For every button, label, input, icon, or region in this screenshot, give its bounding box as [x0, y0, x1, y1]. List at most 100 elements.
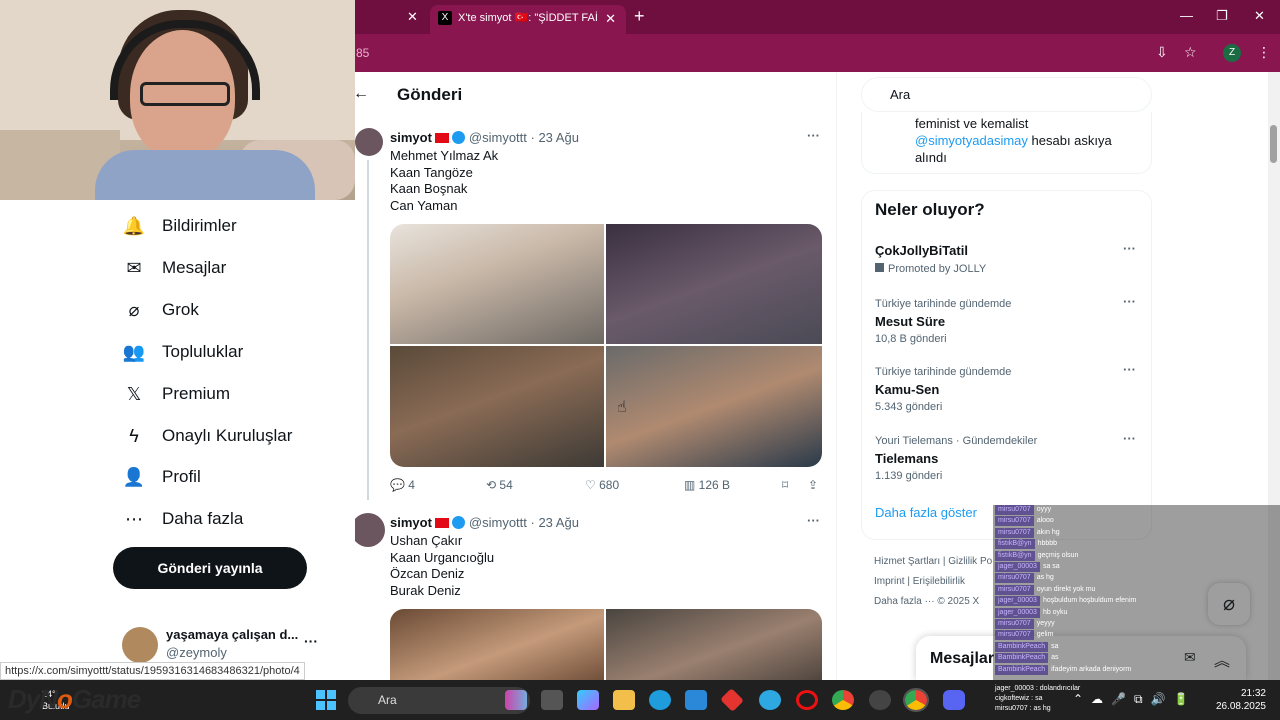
footer-link[interactable]: Erişilebilirlik — [913, 576, 965, 587]
tweet-media-grid — [390, 609, 822, 680]
chat-message: jager_00003 hb oyku — [995, 607, 1067, 618]
tweet[interactable]: simyot @simyottt · 23 Ağu ··· Mehmet Yılm… — [355, 128, 835, 500]
scrollbar-thumb[interactable] — [1270, 125, 1277, 163]
media-photo[interactable] — [390, 609, 604, 680]
widgets-icon[interactable] — [505, 690, 527, 710]
browser-tab[interactable]: ✕ — [355, 0, 425, 34]
sidebar-item-label: Premium — [162, 384, 231, 403]
windows-start-icon[interactable] — [316, 690, 336, 710]
tweet-more-icon[interactable]: ··· — [807, 513, 820, 528]
install-app-icon[interactable]: ⇩ — [1156, 44, 1168, 61]
footer-link[interactable]: Hizmet Şartları — [874, 556, 940, 567]
profile-avatar[interactable]: Z — [1223, 44, 1241, 62]
taskbar-search[interactable]: Ara — [348, 687, 530, 714]
maximize-button[interactable]: ❐ — [1216, 8, 1228, 24]
tweet-author-name[interactable]: simyot — [390, 130, 432, 145]
trend-more-icon[interactable]: ··· — [1123, 241, 1136, 256]
tweet-author-name[interactable]: simyot — [390, 515, 432, 530]
tweet[interactable]: simyot @simyottt · 23 Ağu ··· Ushan Çakır… — [355, 513, 835, 680]
media-photo[interactable] — [606, 609, 822, 680]
sidebar-item-label: Profil — [162, 467, 201, 486]
tab-close-icon[interactable]: ✕ — [407, 9, 418, 25]
sidebar-item-label: Topluluklar — [162, 342, 244, 361]
sidebar-item-label: Mesajlar — [162, 258, 227, 277]
store-icon[interactable] — [685, 690, 707, 710]
trend-item[interactable]: Youri Tielemans · Gündemdekiler Tieleman… — [875, 431, 1136, 482]
search-input[interactable]: Ara — [861, 77, 1152, 112]
trend-item[interactable]: Türkiye tarihinde gündemde Mesut Süre 10… — [875, 294, 1136, 345]
reply-button[interactable]: 💬 4 — [390, 478, 415, 492]
close-window-button[interactable]: ✕ — [1254, 8, 1265, 24]
back-arrow-icon[interactable]: ← — [353, 85, 369, 103]
trend-more-icon[interactable]: ··· — [1123, 362, 1136, 377]
file-explorer-icon[interactable] — [613, 690, 635, 710]
opera-icon[interactable] — [796, 690, 818, 710]
tweet-date[interactable]: 23 Ağu — [538, 130, 579, 145]
media-photo[interactable] — [390, 346, 604, 467]
chat-username: mirsu0707 — [995, 630, 1034, 641]
chat-username: jager_00003 — [995, 562, 1040, 572]
media-photo[interactable] — [606, 224, 822, 344]
footer-link[interactable]: Gizlilik Po — [948, 556, 992, 567]
sidebar-item-mesajlar[interactable]: ✉ Mesajlar — [122, 251, 226, 285]
post-button[interactable]: Gönderi yayınla — [113, 547, 307, 589]
sidebar-item-premium[interactable]: 𝕏 Premium — [122, 377, 230, 411]
footer-link[interactable]: Imprint — [874, 576, 905, 587]
chat-message: mirsu0707 gelim — [995, 630, 1054, 641]
sidebar-item-grok[interactable]: ⌀ Grok — [122, 293, 199, 327]
sidebar-item-onaylı-kuruluşlar[interactable]: ϟ Onaylı Kuruluşlar — [122, 419, 292, 453]
avatar[interactable] — [355, 513, 385, 547]
trend-more-icon[interactable]: ··· — [1123, 431, 1136, 446]
show-more-link[interactable]: Daha fazla göster — [875, 505, 977, 520]
views-button[interactable]: ▥ 126 B — [684, 478, 730, 492]
system-clock[interactable]: 21:32 26.08.2025 — [1214, 687, 1266, 713]
discord-icon[interactable] — [943, 690, 965, 710]
media-photo[interactable] — [606, 346, 822, 467]
bookmark-icon[interactable]: ⌑ — [782, 478, 788, 492]
copilot-icon[interactable] — [577, 690, 599, 710]
account-more-icon[interactable]: ··· — [304, 633, 318, 649]
tweet-handle[interactable]: @simyottt — [469, 130, 527, 145]
app-icon[interactable] — [759, 690, 781, 710]
chrome-icon[interactable] — [903, 688, 929, 712]
like-button[interactable]: ♡ 680 — [585, 478, 619, 492]
chrome-icon[interactable] — [832, 690, 854, 710]
system-tray[interactable]: ⌃☁🎤⧉🔊🔋 — [1073, 692, 1196, 707]
minimize-button[interactable]: — — [1180, 8, 1193, 23]
footer-link[interactable]: Daha fazla ··· — [874, 596, 935, 607]
new-tab-button[interactable]: + — [634, 6, 645, 27]
media-photo[interactable] — [390, 224, 604, 344]
sidebar-item-bildirimler[interactable]: 🔔 Bildirimler — [122, 209, 237, 243]
chat-message: mirsu0707 oyun direkt yok mu — [995, 584, 1096, 595]
tab-close-icon[interactable]: ✕ — [605, 11, 616, 27]
promoted-icon — [875, 263, 884, 272]
menu-kebab-icon[interactable]: ⋮ — [1257, 44, 1271, 61]
mention-link[interactable]: @simyotyadasimay — [915, 133, 1028, 148]
sidebar-item-profil[interactable]: 👤 Profil — [122, 460, 201, 494]
app-icon[interactable] — [869, 690, 891, 710]
chat-text: gelim — [1036, 631, 1054, 639]
trend-item[interactable]: ÇokJollyBiTatil Promoted by JOLLY ··· — [875, 241, 1136, 275]
account-switcher[interactable]: yaşamaya çalışan d... @zeymoly ··· — [122, 627, 342, 667]
chat-text: oyun direkt yok mu — [1036, 585, 1096, 593]
retweet-button[interactable]: ⟲ 54 — [486, 478, 513, 492]
sidebar-item-daha-fazla[interactable]: ⋯ Daha fazla — [122, 502, 243, 536]
chat-username: fistıkB@yn — [995, 550, 1035, 561]
address-text[interactable]: 85 — [356, 46, 369, 60]
task-view-icon[interactable] — [541, 690, 563, 710]
turkey-flag-icon — [434, 518, 449, 528]
tweet-media-grid — [390, 224, 822, 467]
trend-more-icon[interactable]: ··· — [1123, 294, 1136, 309]
bookmark-star-icon[interactable]: ☆ — [1184, 44, 1197, 61]
avatar[interactable] — [355, 128, 383, 156]
tweet-date[interactable]: 23 Ağu — [538, 515, 579, 530]
page-title: Gönderi — [397, 85, 463, 104]
sidebar-item-topluluklar[interactable]: 👥 Topluluklar — [122, 335, 243, 369]
edge-icon[interactable] — [649, 690, 671, 710]
tweet-handle[interactable]: @simyottt — [469, 515, 527, 530]
share-icon[interactable]: ⇪ — [808, 478, 818, 492]
tweet-more-icon[interactable]: ··· — [807, 128, 820, 143]
trend-item[interactable]: Türkiye tarihinde gündemde Kamu-Sen 5.34… — [875, 362, 1136, 413]
browser-tab-active[interactable]: X X'te simyot 🇹🇷: "ŞİDDET FAİLİ OL ✕ — [430, 5, 626, 34]
chat-username: jager_00003 — [995, 596, 1040, 607]
